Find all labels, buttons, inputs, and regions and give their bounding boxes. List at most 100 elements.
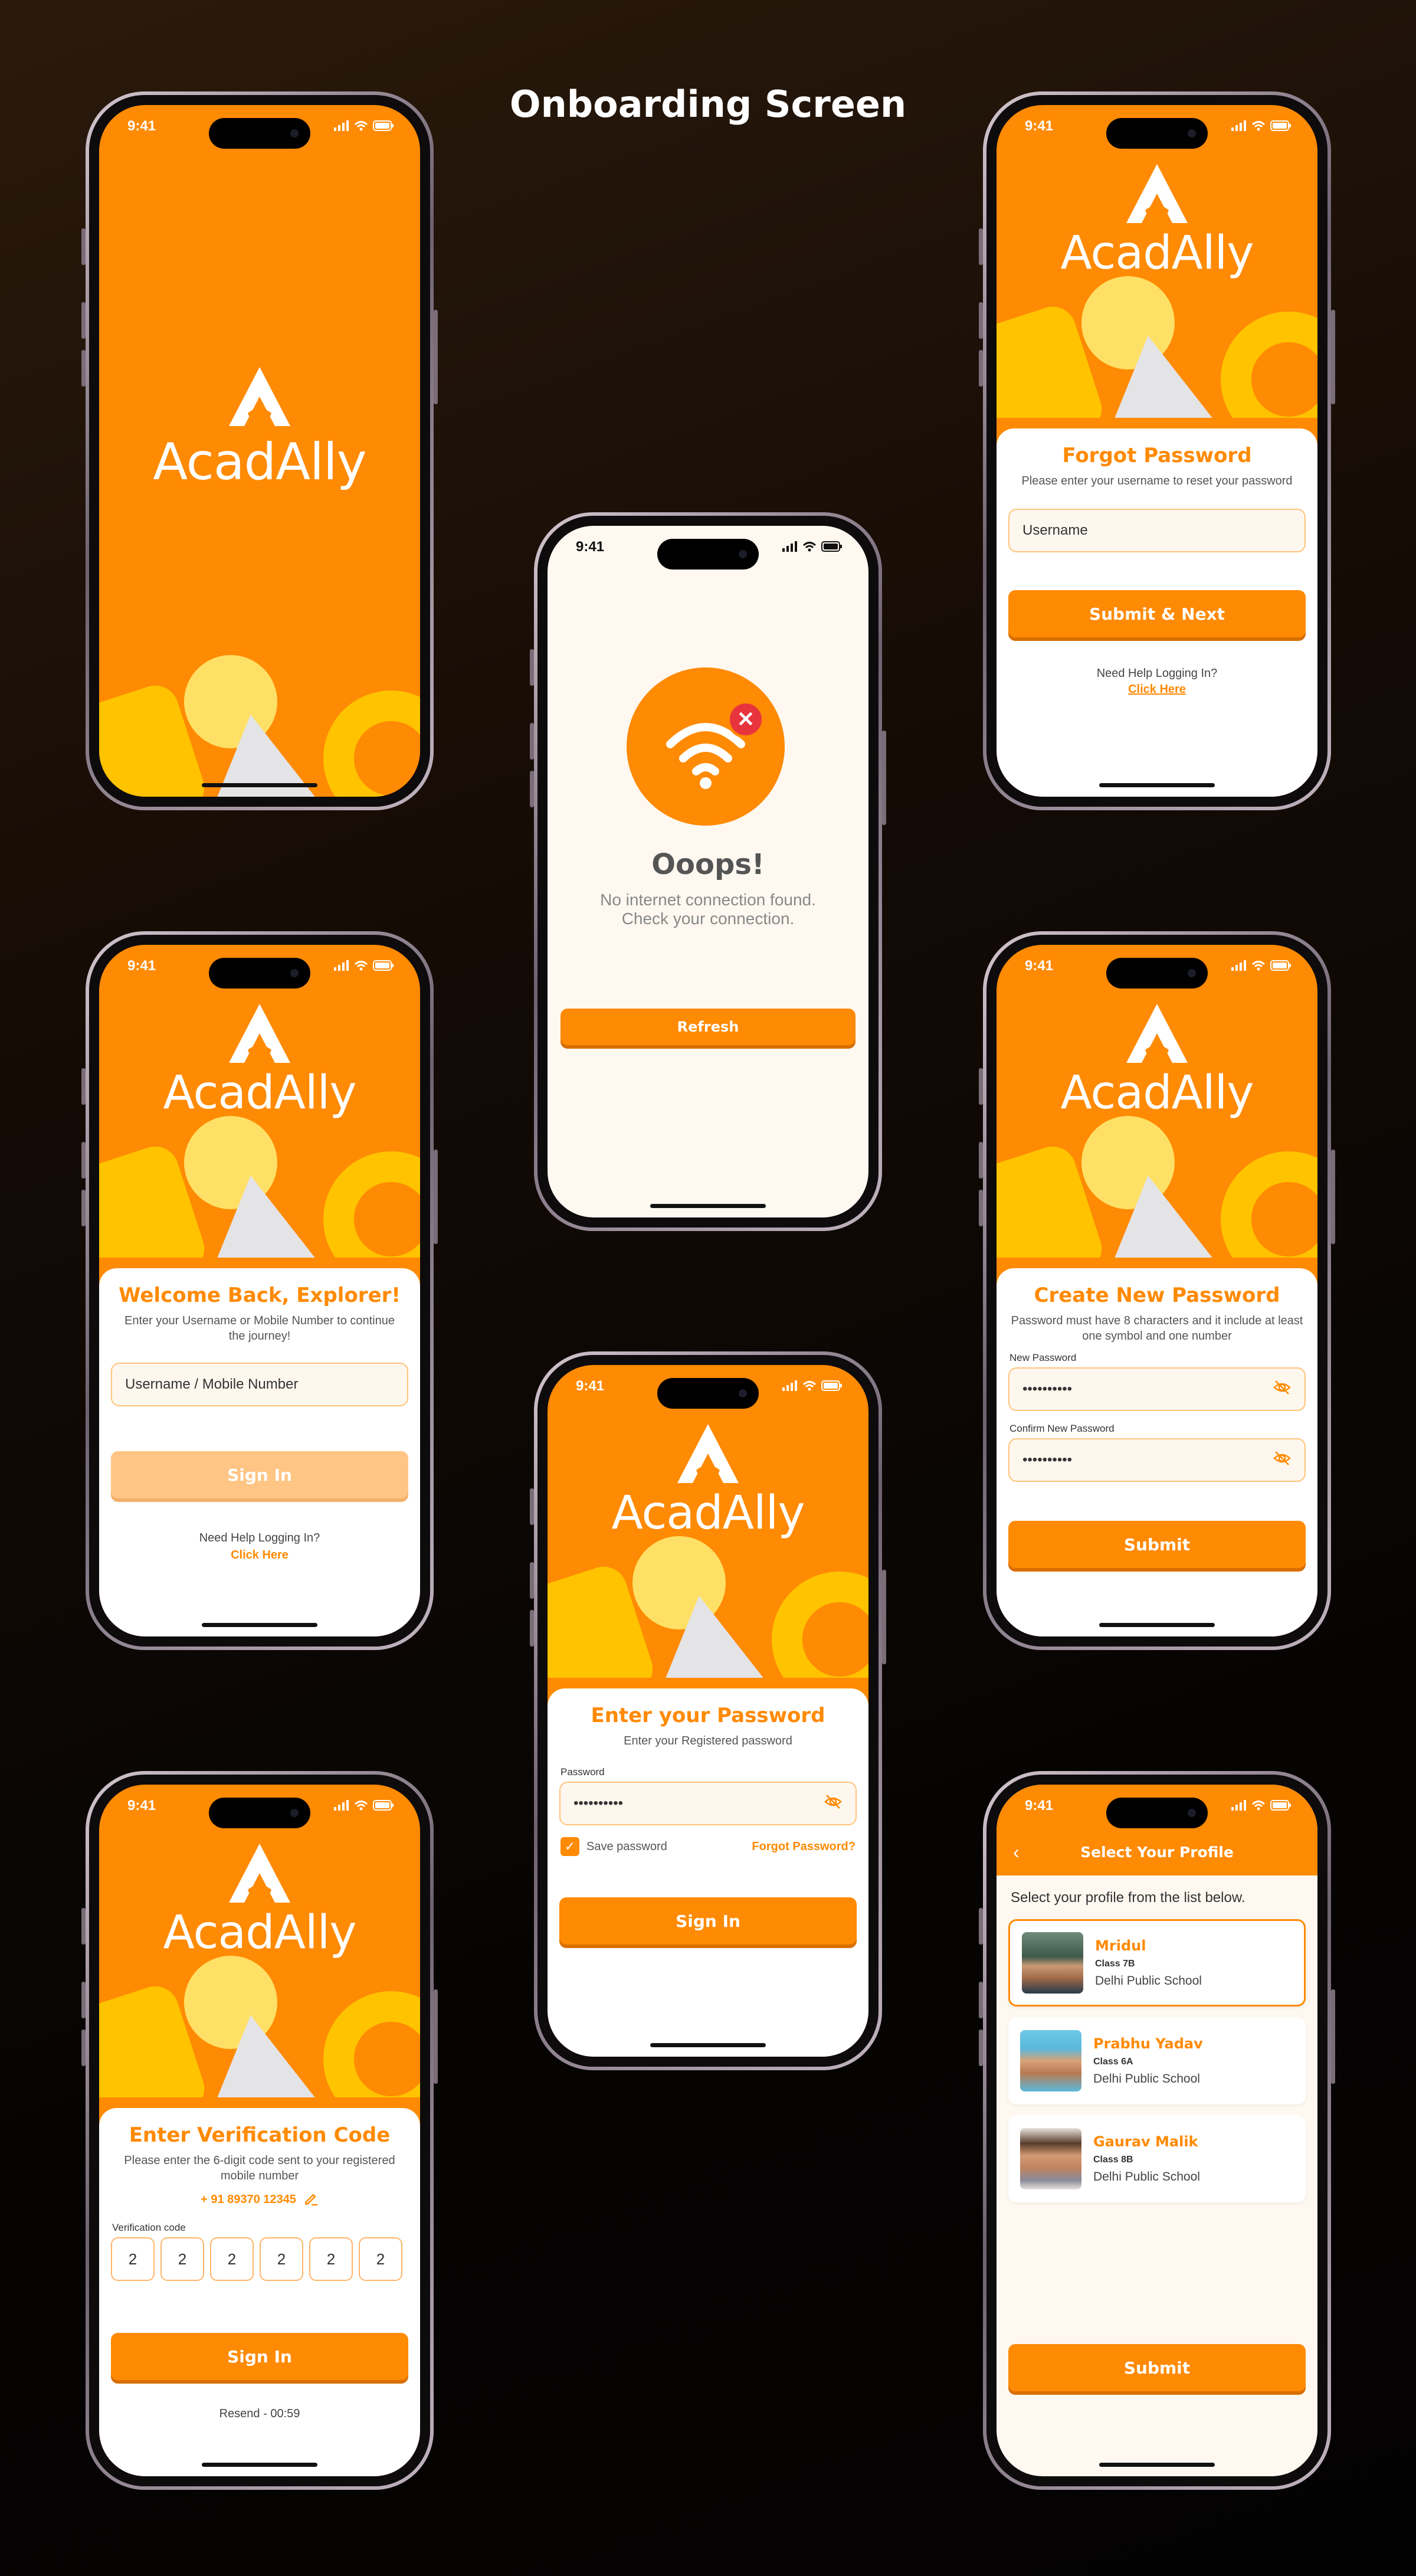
profile-card-mridul[interactable]: Mridul Class 7B Delhi Public School bbox=[1008, 1919, 1306, 2007]
help-text: Need Help Logging In? bbox=[199, 1531, 320, 1544]
decorative-shapes bbox=[99, 1116, 420, 1258]
home-indicator bbox=[650, 1204, 766, 1208]
enter-password-sheet: Enter your Password Enter your Registere… bbox=[548, 1688, 868, 2057]
status-time: 9:41 bbox=[127, 118, 156, 134]
wifi-icon bbox=[354, 120, 368, 134]
dynamic-island bbox=[1106, 1798, 1208, 1828]
page-subtitle: Enter your Username or Mobile Number to … bbox=[124, 1314, 395, 1343]
otp-digit[interactable]: 2 bbox=[111, 2237, 155, 2281]
otp-digit[interactable]: 2 bbox=[210, 2237, 254, 2281]
confirm-password-label: Confirm New Password bbox=[1009, 1423, 1115, 1434]
phone-create-password: 9:41 AcadAlly Create New Password Passwo… bbox=[979, 931, 1335, 1650]
brand-name: AcadAlly bbox=[611, 1487, 805, 1540]
profile-list: Mridul Class 7B Delhi Public School Prabhu… bbox=[997, 1919, 1317, 2213]
forgot-password-sheet: Forgot Password Please enter your userna… bbox=[997, 428, 1317, 797]
otp-digit[interactable]: 2 bbox=[359, 2237, 402, 2281]
error-x-icon: ✕ bbox=[727, 701, 765, 738]
phone-enter-password: 9:41 AcadAlly Enter your Password Enter … bbox=[530, 1351, 886, 2070]
password-value: •••••••••• bbox=[573, 1795, 624, 1811]
submit-next-button[interactable]: Submit & Next bbox=[1008, 590, 1306, 637]
otp-digit[interactable]: 2 bbox=[309, 2237, 353, 2281]
brand-block: AcadAlly bbox=[997, 1001, 1317, 1116]
decorative-shapes bbox=[99, 1956, 420, 2097]
wifi-icon bbox=[354, 1800, 368, 1814]
profile-school: Delhi Public School bbox=[1093, 2170, 1200, 2184]
refresh-button[interactable]: Refresh bbox=[560, 1009, 856, 1045]
page-title: Create New Password bbox=[1034, 1284, 1280, 1307]
username-input[interactable]: Username bbox=[1008, 509, 1306, 552]
help-link[interactable]: Click Here bbox=[997, 683, 1317, 696]
signal-icon bbox=[1231, 1800, 1247, 1814]
battery-icon bbox=[1270, 1800, 1292, 1814]
header-title: Select Your Profile bbox=[1080, 1844, 1234, 1861]
eye-off-icon[interactable] bbox=[824, 1792, 843, 1815]
dynamic-island bbox=[657, 1378, 759, 1409]
home-indicator bbox=[1099, 1623, 1215, 1627]
status-time: 9:41 bbox=[1025, 1798, 1054, 1814]
new-password-input[interactable]: •••••••••• bbox=[1008, 1367, 1306, 1411]
wifi-icon bbox=[802, 541, 817, 555]
submit-button[interactable]: Submit bbox=[1008, 2344, 1306, 2391]
profile-card-prabhu[interactable]: Prabhu Yadav Class 6A Delhi Public School bbox=[1008, 2017, 1306, 2104]
brand-name: AcadAlly bbox=[163, 1906, 356, 1959]
edit-icon[interactable] bbox=[303, 2191, 319, 2209]
signal-icon bbox=[782, 541, 798, 555]
forgot-password-link[interactable]: Forgot Password? bbox=[752, 1840, 856, 1854]
decorative-shapes bbox=[548, 1536, 868, 1678]
profile-name: Gaurav Malik bbox=[1093, 2133, 1198, 2150]
help-link[interactable]: Click Here bbox=[99, 1549, 420, 1562]
profile-class: Class 8B bbox=[1093, 2155, 1133, 2165]
error-message: No internet connection found. Check your… bbox=[600, 891, 816, 928]
eye-off-icon[interactable] bbox=[1273, 1449, 1292, 1472]
phone-splash: 9:41 AcadAlly bbox=[81, 91, 438, 810]
otp-digit[interactable]: 2 bbox=[160, 2237, 204, 2281]
brand-name: AcadAlly bbox=[163, 1066, 356, 1120]
sign-in-button[interactable]: Sign In bbox=[111, 2333, 408, 2380]
battery-icon bbox=[373, 1800, 394, 1814]
avatar bbox=[1020, 2128, 1081, 2189]
sign-in-button[interactable]: Sign In bbox=[559, 1897, 857, 1945]
confirm-password-input[interactable]: •••••••••• bbox=[1008, 1438, 1306, 1482]
profile-class: Class 6A bbox=[1093, 2057, 1133, 2067]
battery-icon bbox=[821, 1380, 843, 1394]
battery-icon bbox=[1270, 120, 1292, 134]
wifi-off-icon: ✕ bbox=[627, 667, 785, 826]
home-indicator bbox=[1099, 783, 1215, 787]
save-password-toggle[interactable]: ✓ Save password bbox=[560, 1837, 667, 1856]
create-password-sheet: Create New Password Password must have 8… bbox=[997, 1268, 1317, 1636]
password-input[interactable]: •••••••••• bbox=[559, 1782, 857, 1825]
brand-logo-icon bbox=[99, 365, 420, 428]
status-time: 9:41 bbox=[1025, 958, 1054, 974]
phone-verification: 9:41 AcadAlly Enter Verification Code Pl… bbox=[81, 1771, 438, 2490]
resend-timer[interactable]: Resend - 00:59 bbox=[99, 2407, 420, 2421]
battery-icon bbox=[821, 541, 843, 555]
wifi-icon bbox=[1251, 960, 1266, 974]
input-placeholder: Username / Mobile Number bbox=[125, 1376, 299, 1392]
brand-logo-icon bbox=[997, 1001, 1317, 1065]
page-subtitle: Enter your Registered password bbox=[624, 1734, 792, 1747]
decorative-shapes bbox=[997, 1116, 1317, 1258]
battery-icon bbox=[373, 960, 394, 974]
submit-button[interactable]: Submit bbox=[1008, 1521, 1306, 1568]
dynamic-island bbox=[209, 1798, 310, 1828]
checkbox-icon[interactable]: ✓ bbox=[560, 1837, 579, 1856]
eye-off-icon[interactable] bbox=[1273, 1378, 1292, 1401]
signal-icon bbox=[334, 960, 349, 974]
home-indicator bbox=[650, 2043, 766, 2047]
profile-instruction: Select your profile from the list below. bbox=[1011, 1890, 1245, 1906]
username-placeholder: Username bbox=[1022, 522, 1088, 538]
splash-screen: 9:41 AcadAlly bbox=[99, 105, 420, 797]
new-password-label: New Password bbox=[1009, 1352, 1077, 1363]
sign-in-button[interactable]: Sign In bbox=[111, 1451, 408, 1498]
otp-digit[interactable]: 2 bbox=[260, 2237, 303, 2281]
password-label: Password bbox=[560, 1766, 605, 1778]
home-indicator bbox=[202, 783, 317, 787]
dynamic-island bbox=[209, 958, 310, 988]
username-mobile-input[interactable]: Username / Mobile Number bbox=[111, 1363, 408, 1406]
signal-icon bbox=[334, 1800, 349, 1814]
profile-class: Class 7B bbox=[1095, 1959, 1135, 1969]
brand-logo-icon bbox=[99, 1841, 420, 1905]
profile-card-gaurav[interactable]: Gaurav Malik Class 8B Delhi Public School bbox=[1008, 2115, 1306, 2202]
brand-block: AcadAlly bbox=[99, 365, 420, 487]
brand-block: AcadAlly bbox=[99, 1001, 420, 1116]
